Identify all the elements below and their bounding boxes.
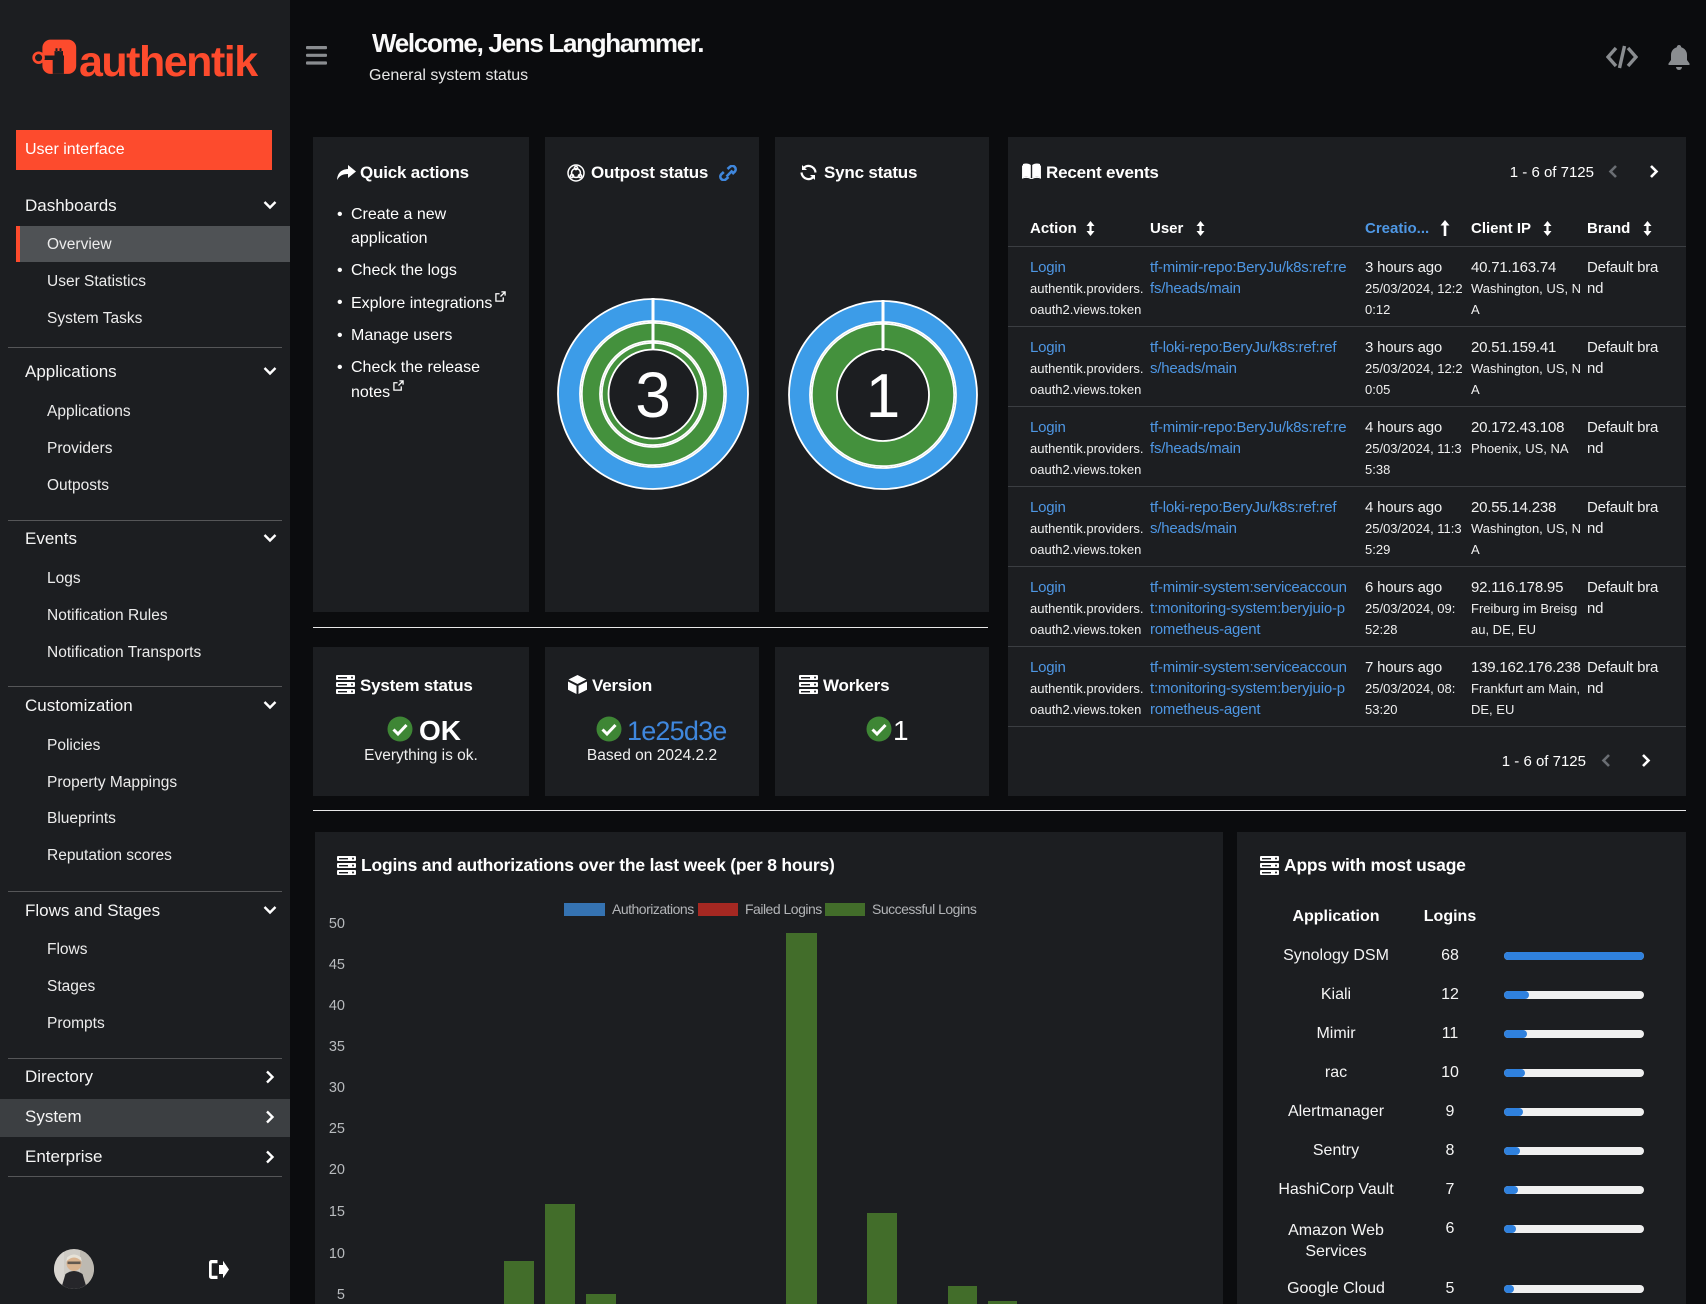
svg-text:3: 3 (635, 359, 671, 431)
svg-text:authentik: authentik (79, 38, 258, 84)
svg-text:1: 1 (866, 362, 900, 431)
